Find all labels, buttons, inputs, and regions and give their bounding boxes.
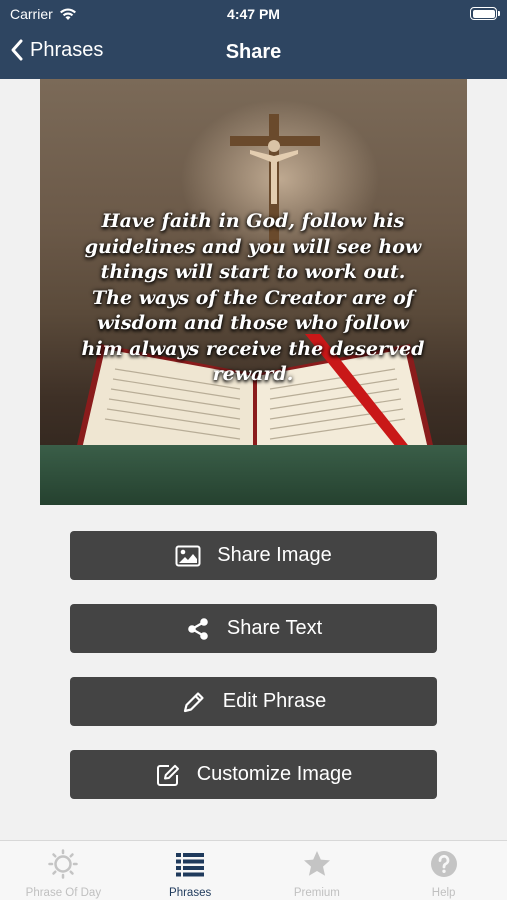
header: Carrier 4:47 PM Phrases Share [0, 0, 507, 79]
pencil-icon [183, 691, 204, 712]
help-icon [430, 851, 457, 877]
tab-phrase-of-day[interactable]: Phrase Of Day [0, 841, 127, 900]
image-icon [175, 545, 201, 566]
battery-icon [470, 7, 500, 20]
tab-label: Phrase Of Day [25, 887, 102, 899]
tab-label: Help [431, 887, 456, 899]
share-image-button[interactable]: Share Image [70, 531, 437, 580]
list-icon [176, 853, 205, 877]
share-text-button[interactable]: Share Text [70, 604, 437, 653]
tab-help[interactable]: Help [380, 841, 507, 900]
tab-premium[interactable]: Premium [254, 841, 381, 900]
tab-phrases[interactable]: Phrases [127, 841, 254, 900]
page-title: Share [225, 41, 282, 63]
phrase-image: Have faith in God, follow his guidelines… [40, 79, 467, 505]
star-icon [303, 851, 330, 876]
share-text-label: Share Text [226, 617, 323, 639]
edit-square-icon [156, 764, 179, 786]
sun-icon [48, 849, 79, 879]
share-image-label: Share Image [217, 544, 332, 566]
altar-cloth [40, 445, 467, 505]
navigation-bar: Phrases Share [0, 28, 507, 79]
edit-phrase-label: Edit Phrase [222, 690, 327, 712]
status-bar: Carrier 4:47 PM [0, 0, 507, 28]
customize-image-label: Customize Image [196, 763, 353, 785]
phrase-text: Have faith in God, follow his guidelines… [81, 210, 425, 385]
customize-image-button[interactable]: Customize Image [70, 750, 437, 799]
edit-phrase-button[interactable]: Edit Phrase [70, 677, 437, 726]
tab-bar: Phrase Of Day Phrases Premium Help [0, 840, 507, 900]
share-icon [188, 617, 208, 640]
action-buttons: Share Image Share Text Edit Phrase Custo… [70, 531, 437, 823]
tab-label: Premium [293, 887, 340, 899]
tab-label: Phrases [169, 887, 212, 899]
clock: 4:47 PM [227, 6, 280, 22]
